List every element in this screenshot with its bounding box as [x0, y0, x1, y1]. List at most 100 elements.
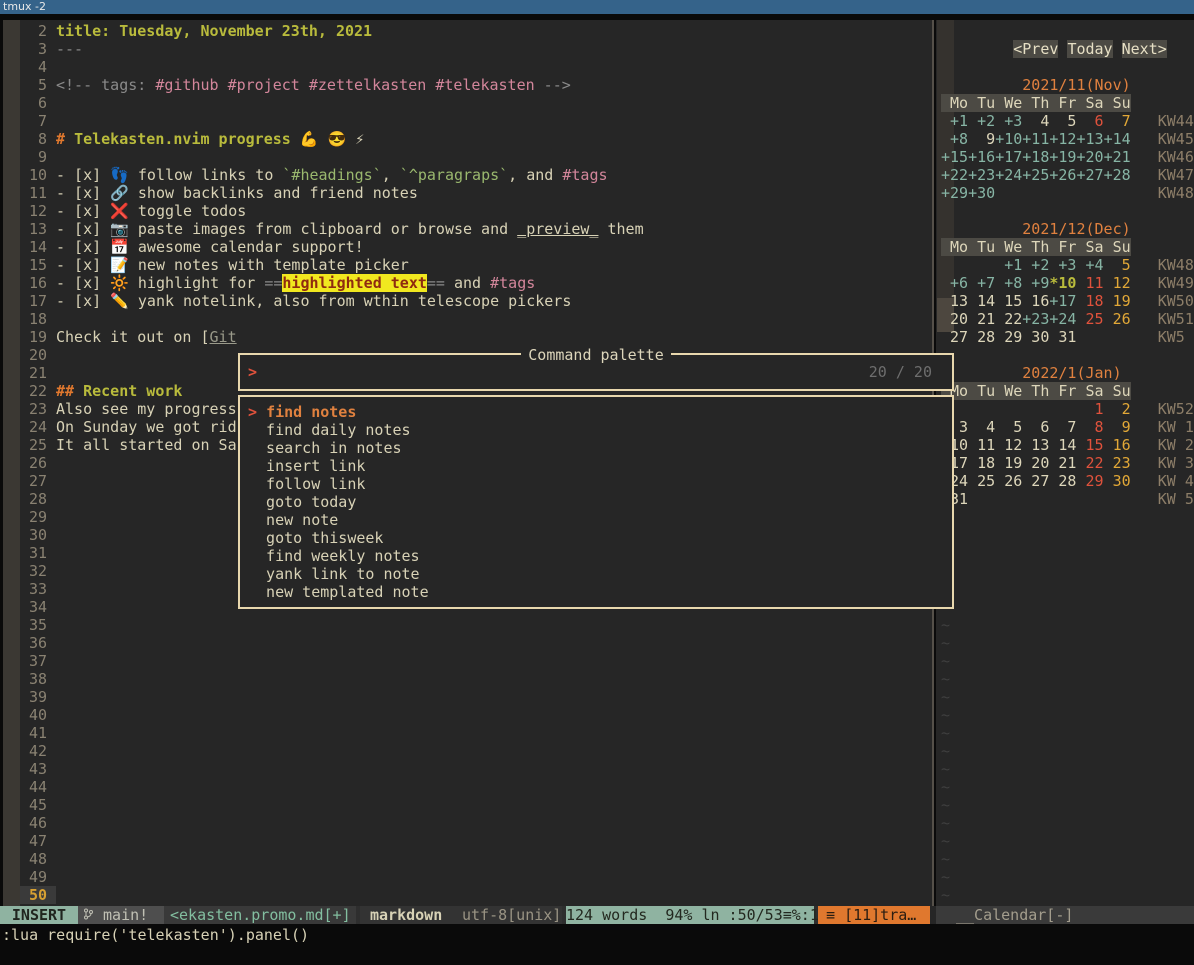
palette-item-find-daily-notes[interactable]: find daily notes	[240, 421, 952, 439]
palette-item-find-notes[interactable]: > find notes	[240, 403, 952, 421]
calendar-day-13[interactable]: +13	[1076, 130, 1103, 148]
calendar-day-23[interactable]: 23	[1104, 454, 1131, 472]
calendar-day-23[interactable]: +23	[1022, 310, 1049, 328]
calendar-day-2[interactable]: 2	[1104, 400, 1131, 418]
calendar-day-3[interactable]: +3	[1049, 256, 1076, 274]
calendar-day-28[interactable]: 28	[968, 328, 995, 346]
calendar-day-21[interactable]: 21	[1049, 454, 1076, 472]
calendar-day-1[interactable]: 1	[1076, 400, 1103, 418]
calendar-day-25[interactable]: +25	[1022, 166, 1049, 184]
next-button[interactable]: Next>	[1122, 40, 1167, 58]
calendar-day-24[interactable]: +24	[995, 166, 1022, 184]
calendar-day-30[interactable]: 30	[1104, 472, 1131, 490]
calendar-day-1[interactable]: +1	[941, 112, 968, 130]
calendar-day-5[interactable]: 5	[995, 418, 1022, 436]
calendar-day-10[interactable]: +10	[995, 130, 1022, 148]
calendar-day-9[interactable]: +9	[1022, 274, 1049, 292]
calendar-day-21[interactable]: 21	[968, 310, 995, 328]
calendar-day-30[interactable]: 30	[1022, 328, 1049, 346]
palette-item-new-note[interactable]: new note	[240, 511, 952, 529]
calendar-day-27[interactable]: +27	[1076, 166, 1103, 184]
calendar-day-5[interactable]: 5	[1104, 256, 1131, 274]
calendar-day-13[interactable]: 13	[941, 292, 968, 310]
calendar-day-2[interactable]: +2	[968, 112, 995, 130]
calendar-day-7[interactable]: 7	[1104, 112, 1131, 130]
calendar-day-12[interactable]: 12	[995, 436, 1022, 454]
calendar-day-16[interactable]: 16	[1104, 436, 1131, 454]
calendar-day-20[interactable]: 20	[941, 310, 968, 328]
calendar-day-12[interactable]: 12	[1104, 274, 1131, 292]
calendar-day-7[interactable]: 7	[1049, 418, 1076, 436]
calendar-day-15[interactable]: +15	[941, 148, 968, 166]
calendar-day-19[interactable]: 19	[1104, 292, 1131, 310]
calendar-day-14[interactable]: 14	[968, 292, 995, 310]
calendar-day-26[interactable]: 26	[1104, 310, 1131, 328]
calendar-day-19[interactable]: 19	[995, 454, 1022, 472]
calendar-day-5[interactable]: 5	[1049, 112, 1076, 130]
calendar-day-16[interactable]: 16	[1022, 292, 1049, 310]
calendar-day-27[interactable]: 27	[941, 328, 968, 346]
palette-item-search-in-notes[interactable]: search in notes	[240, 439, 952, 457]
calendar-day-18[interactable]: +18	[1022, 148, 1049, 166]
calendar-day-1[interactable]: +1	[995, 256, 1022, 274]
calendar-day-4[interactable]: 4	[968, 418, 995, 436]
palette-prompt-input[interactable]: > 20 / 20	[238, 353, 954, 391]
calendar-day-27[interactable]: 27	[1022, 472, 1049, 490]
palette-item-new-templated-note[interactable]: new templated note	[240, 583, 952, 601]
calendar-day-11[interactable]: 11	[1076, 274, 1103, 292]
calendar-day-26[interactable]: +26	[1049, 166, 1076, 184]
calendar-day-12[interactable]: +12	[1049, 130, 1076, 148]
calendar-day-30[interactable]: +30	[968, 184, 995, 202]
calendar-day-11[interactable]: +11	[1022, 130, 1049, 148]
calendar-day-6[interactable]: +6	[941, 274, 968, 292]
palette-item-follow-link[interactable]: follow link	[240, 475, 952, 493]
calendar-day-16[interactable]: +16	[968, 148, 995, 166]
calendar-day-6[interactable]: 6	[1022, 418, 1049, 436]
command-line[interactable]: :lua require('telekasten').panel()	[2, 926, 1192, 944]
calendar-day-15[interactable]: 15	[995, 292, 1022, 310]
calendar-day-11[interactable]: 11	[968, 436, 995, 454]
calendar-day-10[interactable]: *10	[1049, 274, 1076, 292]
calendar-day-21[interactable]: +21	[1104, 148, 1131, 166]
calendar-day-4[interactable]: +4	[1076, 256, 1103, 274]
calendar-day-15[interactable]: 15	[1076, 436, 1103, 454]
calendar-day-13[interactable]: 13	[1022, 436, 1049, 454]
calendar-day-23[interactable]: +23	[968, 166, 995, 184]
calendar-day-25[interactable]: 25	[968, 472, 995, 490]
calendar-day-9[interactable]: 9	[1104, 418, 1131, 436]
today-button[interactable]: Today	[1067, 40, 1112, 58]
calendar-day-20[interactable]: +20	[1076, 148, 1103, 166]
calendar-day-9[interactable]: 9	[968, 130, 995, 148]
calendar-day-8[interactable]: +8	[941, 130, 968, 148]
palette-item-insert-link[interactable]: insert link	[240, 457, 952, 475]
calendar-day-29[interactable]: 29	[1076, 472, 1103, 490]
calendar-day-4[interactable]: 4	[1022, 112, 1049, 130]
calendar-day-14[interactable]: +14	[1104, 130, 1131, 148]
palette-item-yank-link-to-note[interactable]: yank link to note	[240, 565, 952, 583]
calendar-day-20[interactable]: 20	[1022, 454, 1049, 472]
calendar-day-22[interactable]: +22	[941, 166, 968, 184]
prev-button[interactable]: <Prev	[1013, 40, 1058, 58]
calendar-day-18[interactable]: 18	[1076, 292, 1103, 310]
calendar-day-17[interactable]: +17	[995, 148, 1022, 166]
calendar-day-22[interactable]: 22	[1076, 454, 1103, 472]
calendar-day-28[interactable]: +28	[1104, 166, 1131, 184]
calendar-day-29[interactable]: 29	[995, 328, 1022, 346]
palette-item-find-weekly-notes[interactable]: find weekly notes	[240, 547, 952, 565]
calendar-day-22[interactable]: 22	[995, 310, 1022, 328]
calendar-day-6[interactable]: 6	[1076, 112, 1103, 130]
calendar-day-2[interactable]: +2	[1022, 256, 1049, 274]
calendar-day-8[interactable]: +8	[995, 274, 1022, 292]
palette-results-list[interactable]: > find notes find daily notes search in …	[238, 395, 954, 609]
calendar-day-8[interactable]: 8	[1076, 418, 1103, 436]
palette-item-goto-thisweek[interactable]: goto thisweek	[240, 529, 952, 547]
palette-item-goto-today[interactable]: goto today	[240, 493, 952, 511]
calendar-day-14[interactable]: 14	[1049, 436, 1076, 454]
calendar-day-28[interactable]: 28	[1049, 472, 1076, 490]
calendar-day-3[interactable]: +3	[995, 112, 1022, 130]
calendar-day-29[interactable]: +29	[941, 184, 968, 202]
calendar-day-18[interactable]: 18	[968, 454, 995, 472]
calendar-day-17[interactable]: +17	[1049, 292, 1076, 310]
calendar-day-19[interactable]: +19	[1049, 148, 1076, 166]
calendar-day-7[interactable]: +7	[968, 274, 995, 292]
